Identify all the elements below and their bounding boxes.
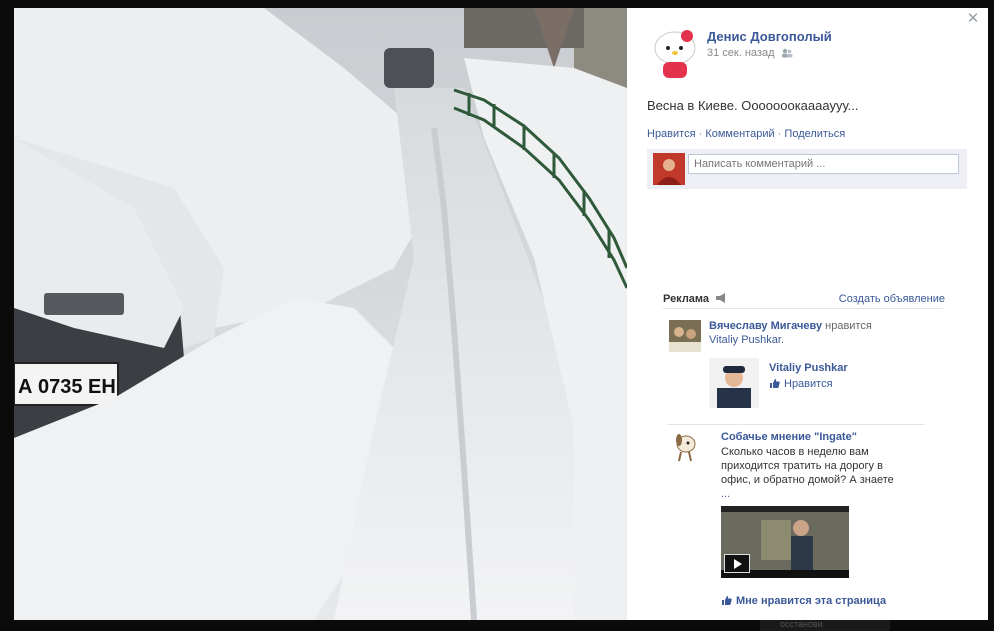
like-page-label[interactable]: Мне нравится эта страница bbox=[736, 595, 886, 607]
page-like-button[interactable]: Нравится bbox=[769, 378, 833, 392]
photo[interactable]: А 0735 ЕН bbox=[14, 8, 627, 620]
separator: · bbox=[774, 128, 785, 140]
license-plate-text: А 0735 ЕН bbox=[18, 376, 116, 398]
like-label[interactable]: Нравится bbox=[784, 378, 833, 390]
page-image[interactable] bbox=[709, 358, 759, 408]
ad-dog-thumbnail[interactable] bbox=[669, 430, 701, 462]
close-icon[interactable]: ✕ bbox=[966, 11, 980, 26]
comment-link[interactable]: Комментарий bbox=[705, 128, 774, 140]
page-name[interactable]: Vitaliy Pushkar bbox=[769, 362, 848, 374]
create-ad-link[interactable]: Создать объявление bbox=[839, 293, 945, 305]
separator: · bbox=[695, 128, 706, 140]
timestamp-text[interactable]: 31 сек. назад bbox=[707, 47, 774, 59]
comment-input[interactable] bbox=[688, 154, 959, 174]
friend-name[interactable]: Вячеславу Мигачеву bbox=[709, 320, 822, 332]
ads-header: Реклама Создать объявление bbox=[663, 292, 945, 309]
ads-divider bbox=[667, 424, 925, 425]
sponsored-story-1: Вячеславу Мигачеву нравится Vitaliy Push… bbox=[669, 320, 939, 410]
share-link[interactable]: Поделиться bbox=[784, 128, 845, 140]
snow-photo-illustration: А 0735 ЕН bbox=[14, 8, 627, 620]
ad-more-link[interactable]: ... bbox=[721, 488, 730, 500]
ads-title: Реклама bbox=[663, 293, 727, 305]
friends-icon[interactable] bbox=[781, 48, 793, 61]
thumbs-up-icon bbox=[721, 595, 732, 609]
post-author: Денис Довгополый 31 сек. назад bbox=[651, 26, 971, 82]
viewer-avatar bbox=[653, 153, 685, 185]
ad-story-text: Вячеславу Мигачеву нравится bbox=[709, 320, 872, 332]
megaphone-icon bbox=[716, 293, 726, 303]
photo-viewer: А 0735 ЕН ✕ Денис Довгополый 31 сек. наз… bbox=[14, 8, 988, 620]
ad-like-page-button[interactable]: Мне нравится эта страница bbox=[721, 595, 886, 609]
author-name[interactable]: Денис Довгополый bbox=[707, 29, 832, 44]
comment-composer bbox=[647, 149, 967, 189]
play-icon[interactable] bbox=[724, 554, 750, 573]
backdrop-text: осстанови bbox=[780, 619, 823, 629]
ad-title[interactable]: Собачье мнение "Ingate" bbox=[721, 431, 857, 443]
post-sidebar: ✕ Денис Довгополый 31 сек. назад Весна в… bbox=[627, 8, 988, 620]
friend-thumbnail[interactable] bbox=[669, 320, 701, 352]
post-timestamp[interactable]: 31 сек. назад bbox=[707, 47, 793, 61]
thumbs-up-icon bbox=[769, 378, 780, 392]
post-text: Весна в Киеве. Ооооооокааааууу... bbox=[647, 98, 859, 113]
ad-body-text: Сколько часов в неделю вам приходится тр… bbox=[721, 446, 894, 486]
ad-video[interactable] bbox=[721, 506, 849, 578]
story-verb: нравится bbox=[822, 320, 872, 332]
author-avatar[interactable] bbox=[651, 26, 699, 78]
sponsored-ad-2: Собачье мнение "Ingate" Сколько часов в … bbox=[669, 430, 949, 610]
post-actions: Нравится · Комментарий · Поделиться bbox=[647, 128, 845, 140]
story-target[interactable]: Vitaliy Pushkar. bbox=[709, 334, 784, 346]
ad-body: Сколько часов в неделю вам приходится тр… bbox=[721, 445, 901, 501]
ads-title-text: Реклама bbox=[663, 293, 710, 305]
like-link[interactable]: Нравится bbox=[647, 128, 696, 140]
